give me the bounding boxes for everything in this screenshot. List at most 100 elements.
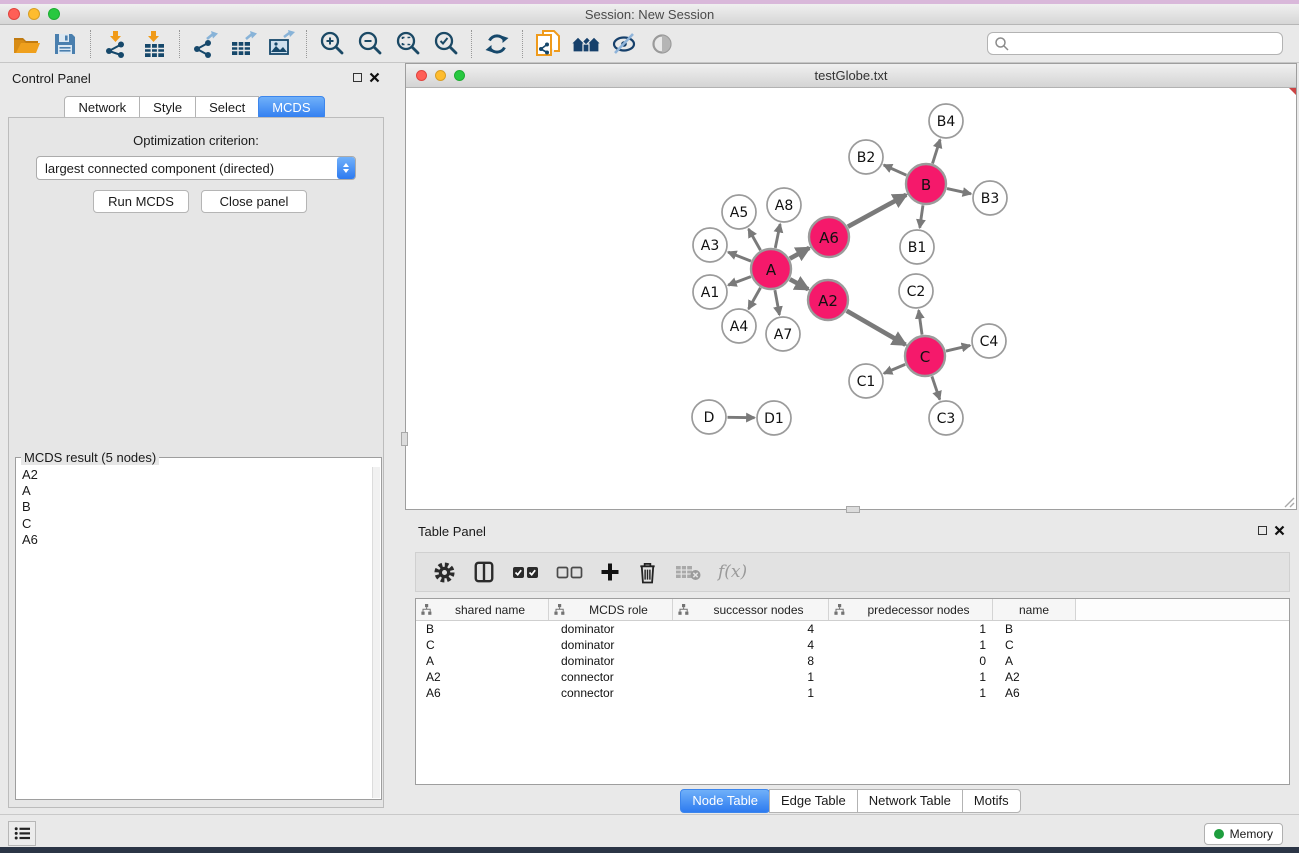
graph-edge-A-A8[interactable] xyxy=(775,224,780,248)
show-hide-graphics-details-button[interactable] xyxy=(605,28,643,60)
cell-name[interactable]: A6 xyxy=(993,686,1076,700)
graph-edge-A-A4[interactable] xyxy=(749,288,761,309)
home-button[interactable] xyxy=(567,28,605,60)
graph-edge-A-A1[interactable] xyxy=(728,277,751,286)
cell-successor-nodes[interactable]: 1 xyxy=(673,686,829,700)
graph-node-a4[interactable]: A4 xyxy=(722,309,756,343)
float-panel-icon[interactable] xyxy=(353,73,362,82)
window-resize-grip[interactable] xyxy=(1282,495,1295,508)
cell-predecessor-nodes[interactable]: 1 xyxy=(829,638,993,652)
graph-edge-C-C4[interactable] xyxy=(946,345,970,351)
show-columns-button[interactable] xyxy=(473,561,495,583)
table-row-b[interactable]: Bdominator41B xyxy=(416,621,1289,637)
delete-column-button[interactable] xyxy=(637,561,658,584)
tab-edge-table[interactable]: Edge Table xyxy=(769,789,858,813)
graph-node-d1[interactable]: D1 xyxy=(757,401,791,435)
cell-MCDS-role[interactable]: dominator xyxy=(549,622,673,636)
tab-node-table[interactable]: Node Table xyxy=(680,789,770,813)
cell-MCDS-role[interactable]: dominator xyxy=(549,638,673,652)
cell-name[interactable]: A2 xyxy=(993,670,1076,684)
import-network-button[interactable] xyxy=(97,28,135,60)
graph-node-b1[interactable]: B1 xyxy=(900,230,934,264)
cell-predecessor-nodes[interactable]: 1 xyxy=(829,622,993,636)
export-image-button[interactable] xyxy=(262,28,300,60)
export-table-button[interactable] xyxy=(224,28,262,60)
cell-shared-name[interactable]: A6 xyxy=(416,686,549,700)
cell-successor-nodes[interactable]: 8 xyxy=(673,654,829,668)
save-session-button[interactable] xyxy=(46,28,84,60)
graph-edge-B-B3[interactable] xyxy=(947,189,971,194)
graph-edge-B-B2[interactable] xyxy=(884,165,907,175)
graph-node-a5[interactable]: A5 xyxy=(722,195,756,229)
cell-MCDS-role[interactable]: connector xyxy=(549,686,673,700)
zoom-in-button[interactable] xyxy=(313,28,351,60)
create-column-button[interactable] xyxy=(600,562,620,582)
graph-edge-B-B4[interactable] xyxy=(933,140,941,164)
cell-predecessor-nodes[interactable]: 1 xyxy=(829,686,993,700)
show-panels-list-button[interactable] xyxy=(8,821,36,846)
graph-node-a8[interactable]: A8 xyxy=(767,188,801,222)
graph-node-b[interactable]: B xyxy=(906,164,946,204)
result-item-b[interactable]: B xyxy=(17,499,372,515)
zoom-fit-button[interactable] xyxy=(389,28,427,60)
table-row-a[interactable]: Adominator80A xyxy=(416,653,1289,669)
table-close-panel-icon[interactable] xyxy=(1274,525,1285,536)
cell-shared-name[interactable]: A2 xyxy=(416,670,549,684)
cell-shared-name[interactable]: C xyxy=(416,638,549,652)
result-item-c[interactable]: C xyxy=(17,516,372,532)
cell-name[interactable]: B xyxy=(993,622,1076,636)
graph-node-a[interactable]: A xyxy=(751,249,791,289)
cell-successor-nodes[interactable]: 1 xyxy=(673,670,829,684)
column-header-shared-name[interactable]: shared name xyxy=(416,599,549,620)
column-header-successor-nodes[interactable]: successor nodes xyxy=(673,599,829,620)
duplicate-network-button[interactable] xyxy=(529,28,567,60)
cell-MCDS-role[interactable]: connector xyxy=(549,670,673,684)
graph-node-c[interactable]: C xyxy=(905,336,945,376)
export-network-button[interactable] xyxy=(186,28,224,60)
network-canvas[interactable]: B4B2BB3A8A5A6A3B1AA1C2A2A4A7C4CC1DD1C3 xyxy=(406,88,1296,509)
search-box[interactable] xyxy=(987,32,1283,55)
criterion-select[interactable]: largest connected component (directed) xyxy=(36,156,356,180)
graph-node-d[interactable]: D xyxy=(692,400,726,434)
result-item-a[interactable]: A xyxy=(17,483,372,499)
delete-table-button[interactable] xyxy=(675,563,701,581)
graph-node-a2[interactable]: A2 xyxy=(808,280,848,320)
deselect-all-button[interactable] xyxy=(556,564,583,580)
cell-successor-nodes[interactable]: 4 xyxy=(673,622,829,636)
cell-name[interactable]: A xyxy=(993,654,1076,668)
graph-edge-C-C2[interactable] xyxy=(919,310,922,334)
graph-node-c4[interactable]: C4 xyxy=(972,324,1006,358)
run-mcds-button[interactable]: Run MCDS xyxy=(93,190,189,213)
table-row-a6[interactable]: A6connector11A6 xyxy=(416,685,1289,701)
graph-edge-C-C3[interactable] xyxy=(932,376,940,399)
cell-shared-name[interactable]: B xyxy=(416,622,549,636)
graph-node-a3[interactable]: A3 xyxy=(693,228,727,262)
cell-shared-name[interactable]: A xyxy=(416,654,549,668)
graph-edge-A-A5[interactable] xyxy=(749,229,761,250)
graph-node-c3[interactable]: C3 xyxy=(929,401,963,435)
close-panel-button[interactable]: Close panel xyxy=(201,190,307,213)
graph-edge-A-A2[interactable] xyxy=(790,279,808,289)
preview-eye-button[interactable] xyxy=(643,28,681,60)
search-input[interactable] xyxy=(1010,35,1282,53)
table-row-a2[interactable]: A2connector11A2 xyxy=(416,669,1289,685)
memory-button[interactable]: Memory xyxy=(1204,823,1283,845)
divider-grip-bottom[interactable] xyxy=(846,506,860,513)
result-scrollbar[interactable] xyxy=(372,467,380,798)
graph-node-b3[interactable]: B3 xyxy=(973,181,1007,215)
divider-grip-left[interactable] xyxy=(401,432,408,446)
column-header-predecessor-nodes[interactable]: predecessor nodes xyxy=(829,599,993,620)
cell-MCDS-role[interactable]: dominator xyxy=(549,654,673,668)
select-all-button[interactable] xyxy=(512,564,539,580)
graph-edge-A-A7[interactable] xyxy=(775,290,780,315)
graph-edge-A2-C[interactable] xyxy=(847,311,906,345)
zoom-out-button[interactable] xyxy=(351,28,389,60)
graph-edge-B-B1[interactable] xyxy=(920,205,923,227)
tab-motifs[interactable]: Motifs xyxy=(962,789,1021,813)
cell-successor-nodes[interactable]: 4 xyxy=(673,638,829,652)
graph-edge-C-C1[interactable] xyxy=(884,364,905,373)
open-session-button[interactable] xyxy=(8,28,46,60)
column-header-name[interactable]: name xyxy=(993,599,1076,620)
graph-node-c2[interactable]: C2 xyxy=(899,274,933,308)
table-row-c[interactable]: Cdominator41C xyxy=(416,637,1289,653)
